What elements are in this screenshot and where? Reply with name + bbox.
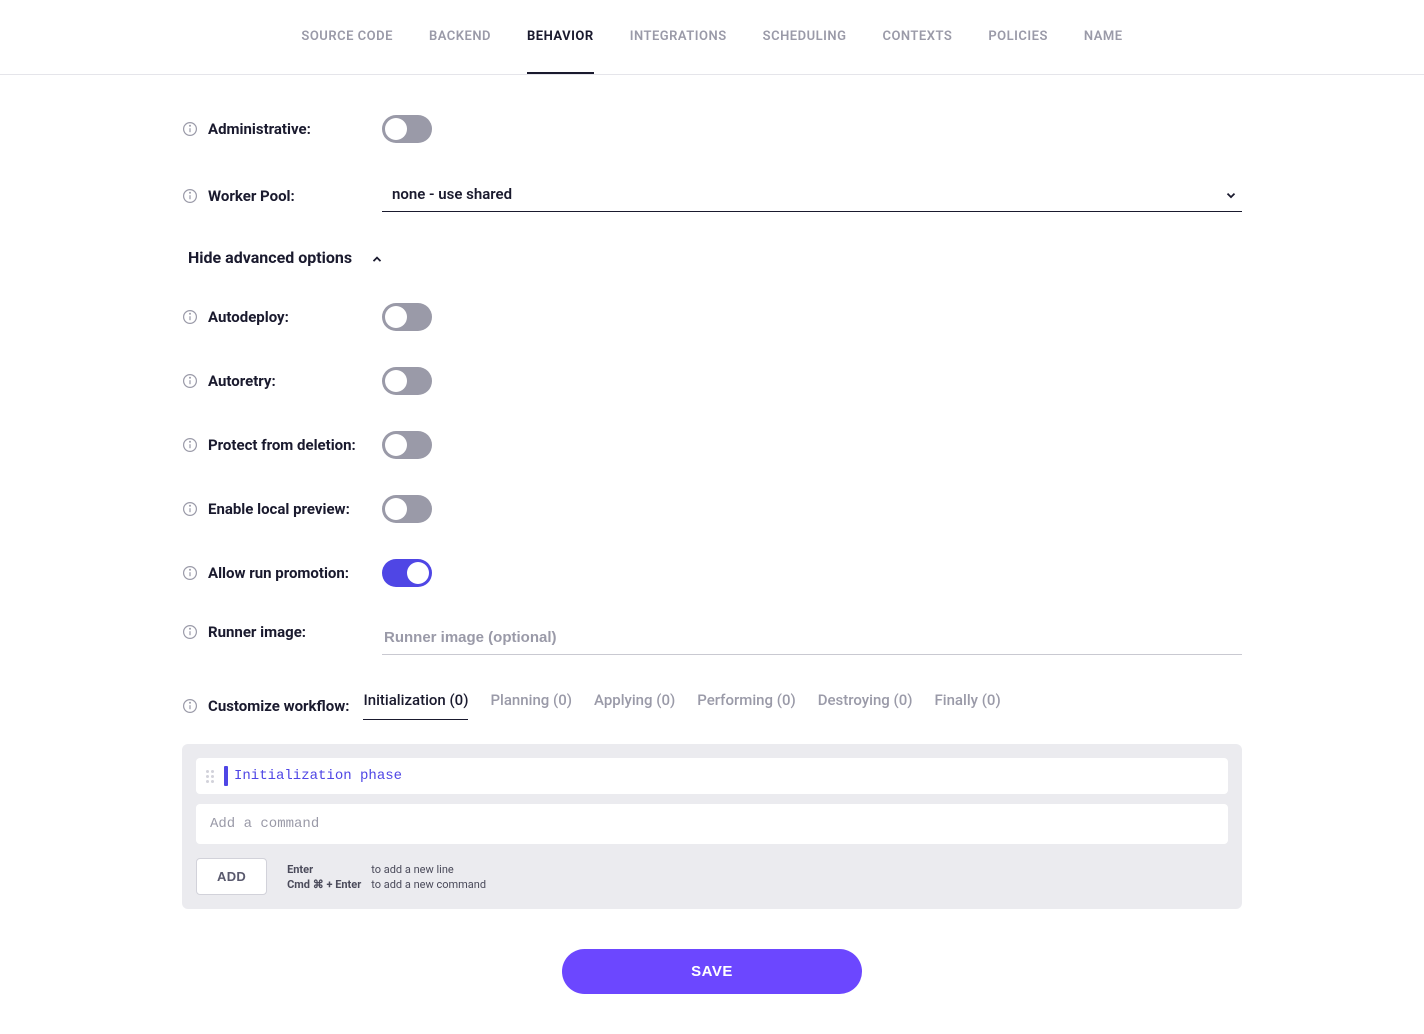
keyboard-hints: Enter to add a new line Cmd ⌘ + Enter to… bbox=[287, 863, 486, 891]
run-promotion-label: Allow run promotion: bbox=[208, 564, 349, 582]
hint-enter-key: Enter bbox=[287, 863, 361, 876]
chevron-down-icon bbox=[1224, 187, 1238, 201]
tab-name[interactable]: NAME bbox=[1084, 1, 1123, 74]
autoretry-label: Autoretry: bbox=[208, 372, 276, 390]
workflow-tab-performing[interactable]: Performing (0) bbox=[697, 691, 795, 720]
setting-worker-pool: Worker Pool: none - use shared bbox=[182, 179, 1242, 212]
customize-workflow: Customize workflow: Initialization (0) P… bbox=[182, 691, 1242, 720]
workflow-tab-planning[interactable]: Planning (0) bbox=[490, 691, 572, 720]
add-button[interactable]: ADD bbox=[196, 858, 267, 895]
worker-pool-select[interactable]: none - use shared bbox=[382, 179, 1242, 212]
tab-scheduling[interactable]: SCHEDULING bbox=[763, 1, 847, 74]
advanced-options-toggle[interactable]: Hide advanced options bbox=[188, 248, 1242, 267]
top-tabs: SOURCE CODE BACKEND BEHAVIOR INTEGRATION… bbox=[0, 0, 1424, 75]
phase-header: Initialization phase bbox=[196, 758, 1228, 794]
setting-protect-deletion: Protect from deletion: bbox=[182, 431, 1242, 459]
protect-deletion-label: Protect from deletion: bbox=[208, 436, 356, 454]
info-icon[interactable] bbox=[182, 501, 198, 517]
workflow-tab-finally[interactable]: Finally (0) bbox=[935, 691, 1001, 720]
setting-runner-image: Runner image: bbox=[182, 623, 1242, 655]
info-icon[interactable] bbox=[182, 121, 198, 137]
behavior-settings: Administrative: Worker Pool: none - use … bbox=[162, 75, 1262, 1034]
local-preview-label: Enable local preview: bbox=[208, 500, 350, 518]
setting-local-preview: Enable local preview: bbox=[182, 495, 1242, 523]
chevron-up-icon bbox=[370, 251, 384, 265]
workflow-tabs: Initialization (0) Planning (0) Applying… bbox=[363, 691, 1000, 720]
tab-integrations[interactable]: INTEGRATIONS bbox=[630, 1, 727, 74]
local-preview-toggle[interactable] bbox=[382, 495, 432, 523]
setting-administrative: Administrative: bbox=[182, 115, 1242, 143]
hint-cmd-key: Cmd ⌘ + Enter bbox=[287, 878, 361, 891]
workflow-tab-initialization[interactable]: Initialization (0) bbox=[363, 691, 468, 720]
protect-deletion-toggle[interactable] bbox=[382, 431, 432, 459]
hint-cmd-text: to add a new command bbox=[371, 878, 486, 891]
command-footer: ADD Enter to add a new line Cmd ⌘ + Ente… bbox=[196, 858, 1228, 895]
runner-image-input[interactable] bbox=[382, 623, 1242, 655]
info-icon[interactable] bbox=[182, 188, 198, 204]
phase-title: Initialization phase bbox=[234, 768, 402, 784]
info-icon[interactable] bbox=[182, 309, 198, 325]
workflow-tab-destroying[interactable]: Destroying (0) bbox=[818, 691, 913, 720]
info-icon[interactable] bbox=[182, 624, 198, 640]
setting-autoretry: Autoretry: bbox=[182, 367, 1242, 395]
tab-source-code[interactable]: SOURCE CODE bbox=[301, 1, 393, 74]
info-icon[interactable] bbox=[182, 565, 198, 581]
drag-handle-icon[interactable] bbox=[206, 768, 218, 784]
administrative-toggle[interactable] bbox=[382, 115, 432, 143]
hint-enter-text: to add a new line bbox=[371, 863, 486, 876]
setting-autodeploy: Autodeploy: bbox=[182, 303, 1242, 331]
workflow-tab-applying[interactable]: Applying (0) bbox=[594, 691, 675, 720]
info-icon[interactable] bbox=[182, 437, 198, 453]
administrative-label: Administrative: bbox=[208, 120, 311, 138]
tab-contexts[interactable]: CONTEXTS bbox=[882, 1, 952, 74]
runner-image-label: Runner image: bbox=[208, 623, 306, 641]
worker-pool-value: none - use shared bbox=[392, 185, 512, 203]
autoretry-toggle[interactable] bbox=[382, 367, 432, 395]
info-icon[interactable] bbox=[182, 373, 198, 389]
tab-policies[interactable]: POLICIES bbox=[988, 1, 1048, 74]
autodeploy-label: Autodeploy: bbox=[208, 308, 289, 326]
customize-workflow-label: Customize workflow: bbox=[208, 697, 349, 715]
run-promotion-toggle[interactable] bbox=[382, 559, 432, 587]
command-input[interactable] bbox=[196, 804, 1228, 844]
tab-behavior[interactable]: BEHAVIOR bbox=[527, 1, 594, 74]
setting-run-promotion: Allow run promotion: bbox=[182, 559, 1242, 587]
phase-indicator bbox=[224, 766, 228, 786]
save-button[interactable]: SAVE bbox=[562, 949, 862, 994]
info-icon[interactable] bbox=[182, 698, 198, 714]
worker-pool-label: Worker Pool: bbox=[208, 187, 295, 205]
advanced-options-label: Hide advanced options bbox=[188, 248, 352, 267]
tab-backend[interactable]: BACKEND bbox=[429, 1, 491, 74]
workflow-command-panel: Initialization phase ADD Enter to add a … bbox=[182, 744, 1242, 909]
autodeploy-toggle[interactable] bbox=[382, 303, 432, 331]
save-row: SAVE bbox=[182, 949, 1242, 994]
